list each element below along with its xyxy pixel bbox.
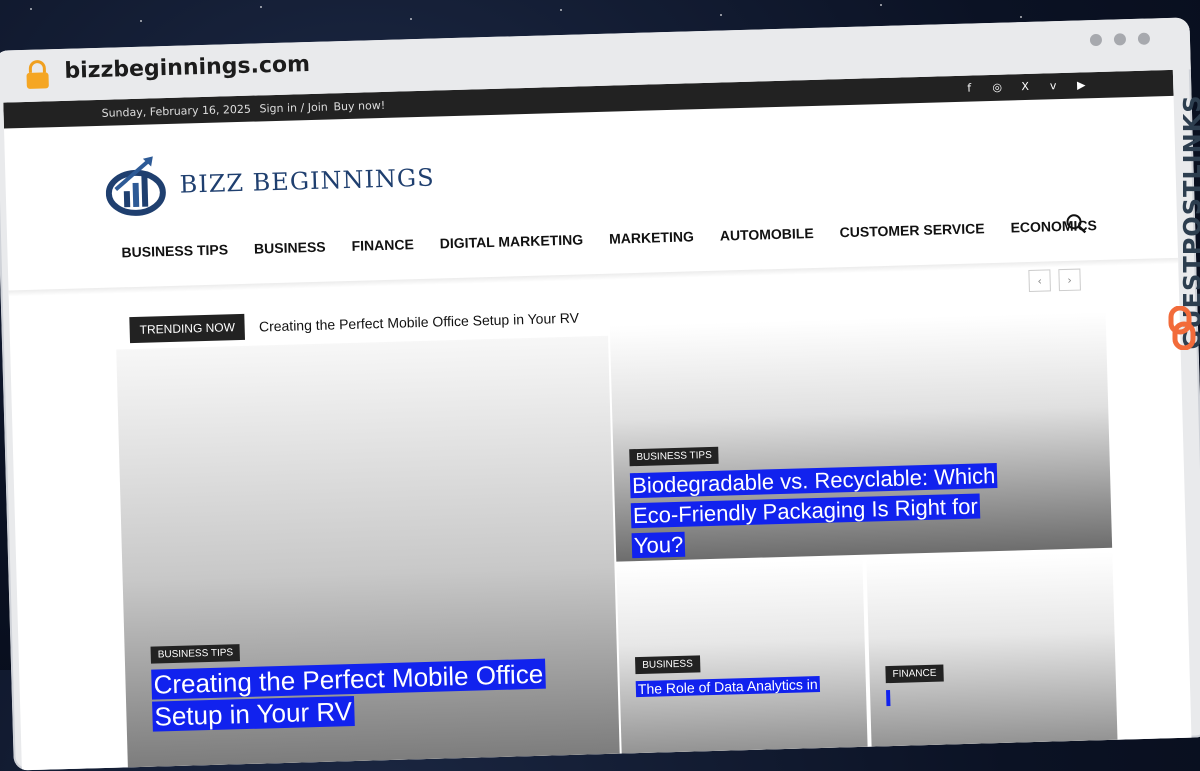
brand-name: BIZZ BEGINNINGS [179,163,435,199]
buy-now-link[interactable]: Buy now! [333,99,385,113]
trending-label: TRENDING NOW [129,313,246,344]
nav-item-business[interactable]: BUSINESS [254,239,326,257]
featured-card-small[interactable]: FINANCE [866,551,1118,759]
x-icon[interactable]: X [1019,80,1031,93]
browser-window: bizzbeginnings.com Sunday, February 16, … [0,17,1200,771]
featured-card-small[interactable]: BUSINESS The Role of Data Analytics in [616,558,868,766]
card-headline[interactable]: Creating the Perfect Mobile Office Setup… [151,657,573,733]
vimeo-icon[interactable]: v [1047,79,1059,92]
url-text[interactable]: bizzbeginnings.com [64,52,310,84]
chevron-right-icon[interactable]: › [1058,268,1081,292]
nav-divider [8,257,1179,297]
nav-item-finance[interactable]: FINANCE [351,236,414,254]
sign-in-link[interactable]: Sign in / Join [259,101,328,116]
trending-headline[interactable]: Creating the Perfect Mobile Office Setup… [259,310,579,335]
featured-card-top[interactable]: BUSINESS TIPS Biodegradable vs. Recyclab… [609,311,1113,562]
watermark: GUESTPOSTLINKS [1164,58,1200,358]
window-dot[interactable] [1113,33,1127,46]
search-icon[interactable] [1065,212,1088,235]
chevron-left-icon[interactable]: ‹ [1028,269,1051,293]
main-navigation: BUSINESS TIPS BUSINESS FINANCE DIGITAL M… [121,217,1097,260]
lock-icon [26,60,49,89]
category-badge[interactable]: FINANCE [885,664,944,684]
category-badge[interactable]: BUSINESS TIPS [150,644,241,664]
category-badge[interactable]: BUSINESS TIPS [629,446,720,467]
nav-item-business-tips[interactable]: BUSINESS TIPS [121,241,228,260]
card-headline[interactable]: Biodegradable vs. Recyclable: Which Eco-… [629,461,1012,562]
chain-link-icon [1168,306,1196,350]
card-headline-text[interactable] [886,690,891,707]
card-headline[interactable] [886,682,1106,708]
current-date: Sunday, February 16, 2025 [101,102,252,120]
card-headline[interactable]: The Role of Data Analytics in [635,673,856,699]
nav-item-automobile[interactable]: AUTOMOBILE [720,225,814,244]
youtube-icon[interactable]: ▶ [1075,78,1087,91]
nav-item-customer-service[interactable]: CUSTOMER SERVICE [839,220,984,240]
facebook-icon[interactable]: f [963,81,975,95]
window-dot[interactable] [1089,33,1103,47]
featured-card-main[interactable]: BUSINESS TIPS Creating the Perfect Mobil… [116,335,620,770]
nav-item-digital-marketing[interactable]: DIGITAL MARKETING [440,231,584,251]
site-logo[interactable]: BIZZ BEGINNINGS [105,147,436,218]
card-headline-text[interactable]: The Role of Data Analytics in [635,676,820,698]
nav-item-marketing[interactable]: MARKETING [609,228,694,246]
instagram-icon[interactable]: ◎ [991,81,1003,94]
window-dot[interactable] [1137,32,1151,45]
card-headline-text[interactable]: Biodegradable vs. Recyclable: Which Eco-… [629,462,998,559]
social-links: f ◎ X v ▶ [963,78,1087,94]
category-badge[interactable]: BUSINESS [635,655,701,675]
window-controls [1089,32,1151,47]
logo-emblem-icon [105,156,166,216]
trending-arrows: ‹ › [1028,268,1081,293]
trending-bar: TRENDING NOW Creating the Perfect Mobile… [129,305,579,344]
web-page: Sunday, February 16, 2025 Sign in / Join… [3,69,1192,771]
